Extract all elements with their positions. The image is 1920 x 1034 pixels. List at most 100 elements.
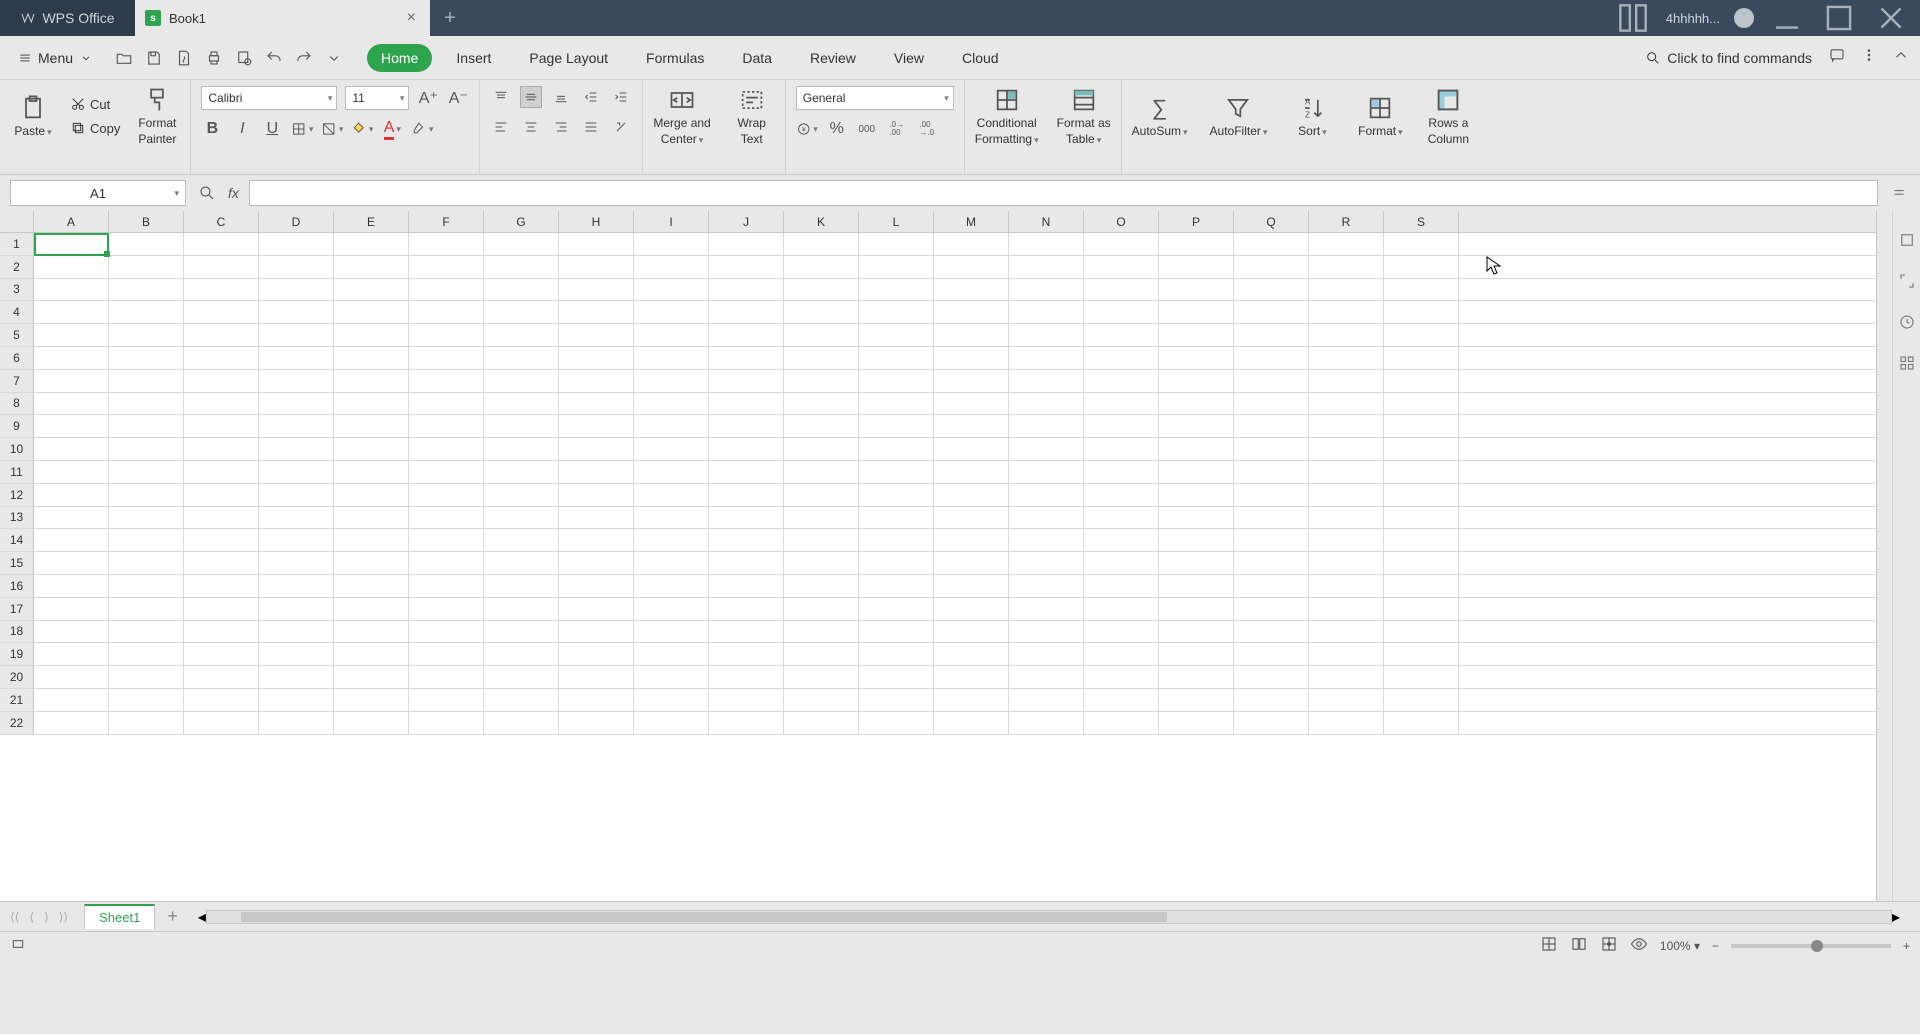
cell[interactable] — [634, 347, 709, 369]
cell[interactable] — [184, 461, 259, 483]
cell[interactable] — [934, 507, 1009, 529]
cell[interactable] — [1309, 689, 1384, 711]
decrease-decimal-icon[interactable]: .00→.0 — [916, 118, 938, 140]
cell[interactable] — [1159, 643, 1234, 665]
row-header[interactable]: 20 — [0, 666, 34, 688]
cell[interactable] — [409, 393, 484, 415]
cell[interactable] — [1234, 689, 1309, 711]
cell[interactable] — [784, 324, 859, 346]
cell[interactable] — [1309, 415, 1384, 437]
cell[interactable] — [109, 393, 184, 415]
cell[interactable] — [1234, 529, 1309, 551]
cell[interactable] — [1084, 393, 1159, 415]
cell[interactable] — [634, 415, 709, 437]
font-size-combo[interactable]: 11 — [345, 86, 409, 110]
column-header[interactable]: J — [709, 211, 784, 232]
cell[interactable] — [559, 643, 634, 665]
cell[interactable] — [709, 347, 784, 369]
cell[interactable] — [1084, 621, 1159, 643]
cell[interactable] — [1309, 529, 1384, 551]
cell[interactable] — [1084, 643, 1159, 665]
cell[interactable] — [1009, 484, 1084, 506]
cell[interactable] — [559, 461, 634, 483]
cell[interactable] — [1384, 712, 1459, 734]
cell[interactable] — [334, 575, 409, 597]
redo-icon[interactable] — [295, 49, 313, 67]
name-box[interactable]: A1 — [10, 180, 186, 206]
cell[interactable] — [784, 370, 859, 392]
cell[interactable] — [1009, 643, 1084, 665]
wrap-text-button[interactable]: Wrap Text — [729, 86, 775, 147]
grid-rows[interactable]: 12345678910111213141516171819202122 — [0, 233, 1876, 901]
cell[interactable] — [709, 415, 784, 437]
open-file-icon[interactable] — [115, 49, 133, 67]
cell[interactable] — [184, 347, 259, 369]
horizontal-scrollbar[interactable]: ◂ ▸ — [198, 907, 1900, 927]
cell[interactable] — [409, 279, 484, 301]
cell[interactable] — [784, 575, 859, 597]
cell[interactable] — [859, 575, 934, 597]
cell[interactable] — [1384, 301, 1459, 323]
cell[interactable] — [709, 529, 784, 551]
cell[interactable] — [709, 507, 784, 529]
cell[interactable] — [784, 301, 859, 323]
cell[interactable] — [1309, 484, 1384, 506]
cell[interactable] — [1384, 552, 1459, 574]
cell[interactable] — [1159, 279, 1234, 301]
cell[interactable] — [709, 461, 784, 483]
cell[interactable] — [859, 393, 934, 415]
cell[interactable] — [409, 347, 484, 369]
cell[interactable] — [484, 256, 559, 278]
cell[interactable] — [709, 393, 784, 415]
cell[interactable] — [1384, 347, 1459, 369]
justify-icon[interactable] — [580, 116, 602, 138]
cell[interactable] — [334, 621, 409, 643]
row-header[interactable]: 14 — [0, 529, 34, 551]
cell[interactable] — [334, 598, 409, 620]
cell[interactable] — [934, 689, 1009, 711]
rows-columns-button[interactable]: Rows aColumn — [1425, 86, 1471, 147]
cell[interactable] — [109, 598, 184, 620]
row-header[interactable]: 5 — [0, 324, 34, 346]
column-header[interactable]: K — [784, 211, 859, 232]
cell[interactable] — [934, 461, 1009, 483]
collapse-ribbon-icon[interactable] — [1892, 46, 1910, 69]
merge-center-button[interactable]: Merge and Center — [653, 86, 710, 147]
cell[interactable] — [1234, 484, 1309, 506]
cell[interactable] — [184, 575, 259, 597]
save-icon[interactable] — [145, 49, 163, 67]
cell[interactable] — [1384, 393, 1459, 415]
column-header[interactable]: C — [184, 211, 259, 232]
cell[interactable] — [484, 712, 559, 734]
cell[interactable] — [784, 666, 859, 688]
cell[interactable] — [1159, 347, 1234, 369]
cell[interactable] — [559, 598, 634, 620]
cell[interactable] — [1384, 689, 1459, 711]
cell[interactable] — [859, 621, 934, 643]
cell[interactable] — [1234, 393, 1309, 415]
cell[interactable] — [1084, 712, 1159, 734]
sheet-nav-prev-icon[interactable]: ⟨ — [29, 910, 34, 924]
cell[interactable] — [484, 324, 559, 346]
row-header[interactable]: 19 — [0, 643, 34, 665]
cell[interactable] — [484, 370, 559, 392]
cell[interactable] — [634, 666, 709, 688]
cell[interactable] — [859, 712, 934, 734]
cell[interactable] — [859, 279, 934, 301]
cell[interactable] — [784, 347, 859, 369]
cell[interactable] — [559, 689, 634, 711]
cell[interactable] — [859, 598, 934, 620]
sheet-nav-last-icon[interactable]: ⟩⟩ — [59, 910, 68, 924]
cell[interactable] — [484, 301, 559, 323]
cell[interactable] — [109, 233, 184, 255]
column-header[interactable]: I — [634, 211, 709, 232]
zoom-slider[interactable] — [1731, 944, 1891, 948]
number-format-combo[interactable]: General — [796, 86, 954, 110]
cell[interactable] — [784, 415, 859, 437]
cell[interactable] — [184, 507, 259, 529]
close-window-icon[interactable] — [1872, 0, 1910, 37]
cell[interactable] — [484, 643, 559, 665]
cell[interactable] — [484, 484, 559, 506]
cell[interactable] — [109, 279, 184, 301]
cell[interactable] — [484, 529, 559, 551]
